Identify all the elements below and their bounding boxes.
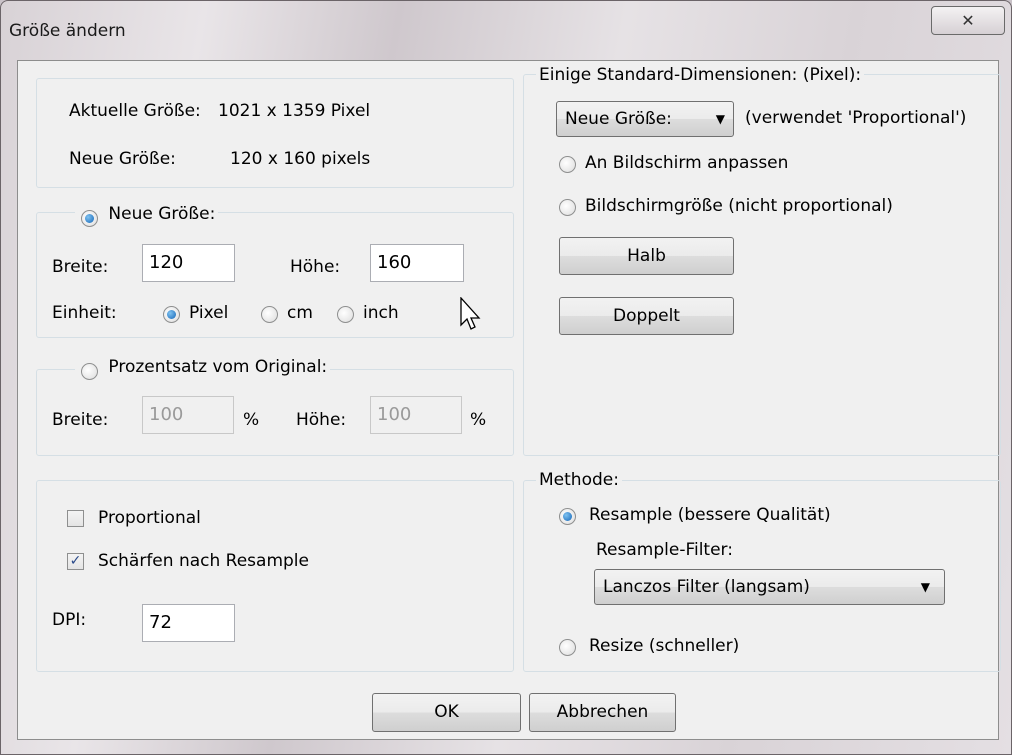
resample-filter-select[interactable]: Lanczos Filter (langsam) ▼ xyxy=(594,569,945,605)
percent-height-label: Höhe: xyxy=(296,410,347,430)
screen-size-radio[interactable] xyxy=(559,199,576,216)
close-icon: ✕ xyxy=(961,11,975,30)
double-button[interactable]: Doppelt xyxy=(559,297,734,335)
unit-pixel-label[interactable]: Pixel xyxy=(189,303,228,323)
resample-label[interactable]: Resample (bessere Qualität) xyxy=(589,505,831,525)
unit-inch-label[interactable]: inch xyxy=(363,303,399,323)
cancel-button[interactable]: Abbrechen xyxy=(529,693,676,732)
percent-radio[interactable] xyxy=(81,362,98,380)
percent-radio-legend[interactable]: Prozentsatz vom Original: xyxy=(75,357,331,380)
size-info-group: Aktuelle Größe: 1021 x 1359 Pixel Neue G… xyxy=(36,78,514,188)
chevron-down-icon: ▼ xyxy=(920,580,930,594)
current-size-value: 1021 x 1359 Pixel xyxy=(218,101,371,121)
method-legend: Methode: xyxy=(536,470,622,490)
new-size-legend-label: Neue Größe: xyxy=(108,204,216,224)
screen-size-label[interactable]: Bildschirmgröße (nicht proportional) xyxy=(585,196,893,216)
new-width-input[interactable]: 120 xyxy=(142,244,235,282)
percent-height-input[interactable]: 100 xyxy=(370,396,462,434)
standard-dimensions-legend: Einige Standard-Dimensionen: (Pixel): xyxy=(536,65,865,85)
ok-button[interactable]: OK xyxy=(372,693,521,732)
resample-filter-select-value: Lanczos Filter (langsam) xyxy=(603,577,810,597)
standard-size-note: (verwendet 'Proportional') xyxy=(745,108,967,128)
window-title: Größe ändern xyxy=(9,21,126,41)
standard-size-select[interactable]: Neue Größe: ▼ xyxy=(556,101,734,137)
proportional-label[interactable]: Proportional xyxy=(98,508,201,528)
resize-radio[interactable] xyxy=(559,639,576,656)
new-size-label: Neue Größe: xyxy=(69,149,176,169)
dialog-client-area: Aktuelle Größe: 1021 x 1359 Pixel Neue G… xyxy=(17,60,1001,740)
dpi-input[interactable]: 72 xyxy=(142,604,235,642)
sharpen-label[interactable]: Schärfen nach Resample xyxy=(98,551,309,571)
new-height-label: Höhe: xyxy=(290,257,341,277)
resize-dialog-window: Größe ändern ✕ Aktuelle Größe: 1021 x 13… xyxy=(0,0,1012,755)
percent-width-input[interactable]: 100 xyxy=(142,396,234,434)
unit-inch-radio[interactable] xyxy=(337,306,354,323)
resize-label[interactable]: Resize (schneller) xyxy=(589,636,739,656)
percent-width-label: Breite: xyxy=(52,410,109,430)
new-width-label: Breite: xyxy=(52,257,109,277)
new-height-input[interactable]: 160 xyxy=(370,244,464,282)
chevron-down-icon: ▼ xyxy=(715,112,725,126)
dpi-label: DPI: xyxy=(52,610,87,630)
unit-label: Einheit: xyxy=(52,303,117,323)
percent-height-sign: % xyxy=(470,410,487,430)
current-size-label: Aktuelle Größe: xyxy=(69,101,201,121)
standard-size-select-value: Neue Größe: xyxy=(565,109,672,129)
percent-legend-label: Prozentsatz vom Original: xyxy=(108,357,328,377)
percent-width-sign: % xyxy=(243,410,260,430)
mouse-cursor-icon xyxy=(460,297,481,330)
resample-filter-label: Resample-Filter: xyxy=(596,540,733,560)
unit-cm-radio[interactable] xyxy=(261,306,278,323)
sharpen-checkbox[interactable]: ✓ xyxy=(67,553,84,570)
fit-screen-radio[interactable] xyxy=(559,156,576,173)
close-button[interactable]: ✕ xyxy=(931,6,1005,35)
new-size-radio-legend[interactable]: Neue Größe: xyxy=(75,204,219,227)
new-size-radio[interactable] xyxy=(81,209,98,227)
fit-screen-label[interactable]: An Bildschirm anpassen xyxy=(585,153,788,173)
checkmark-icon: ✓ xyxy=(69,553,82,569)
unit-pixel-radio[interactable] xyxy=(163,306,180,323)
new-size-value: 120 x 160 pixels xyxy=(230,149,371,169)
resample-radio[interactable] xyxy=(559,508,576,525)
proportional-checkbox[interactable] xyxy=(67,510,84,527)
unit-cm-label[interactable]: cm xyxy=(287,303,313,323)
half-button[interactable]: Halb xyxy=(559,237,734,275)
